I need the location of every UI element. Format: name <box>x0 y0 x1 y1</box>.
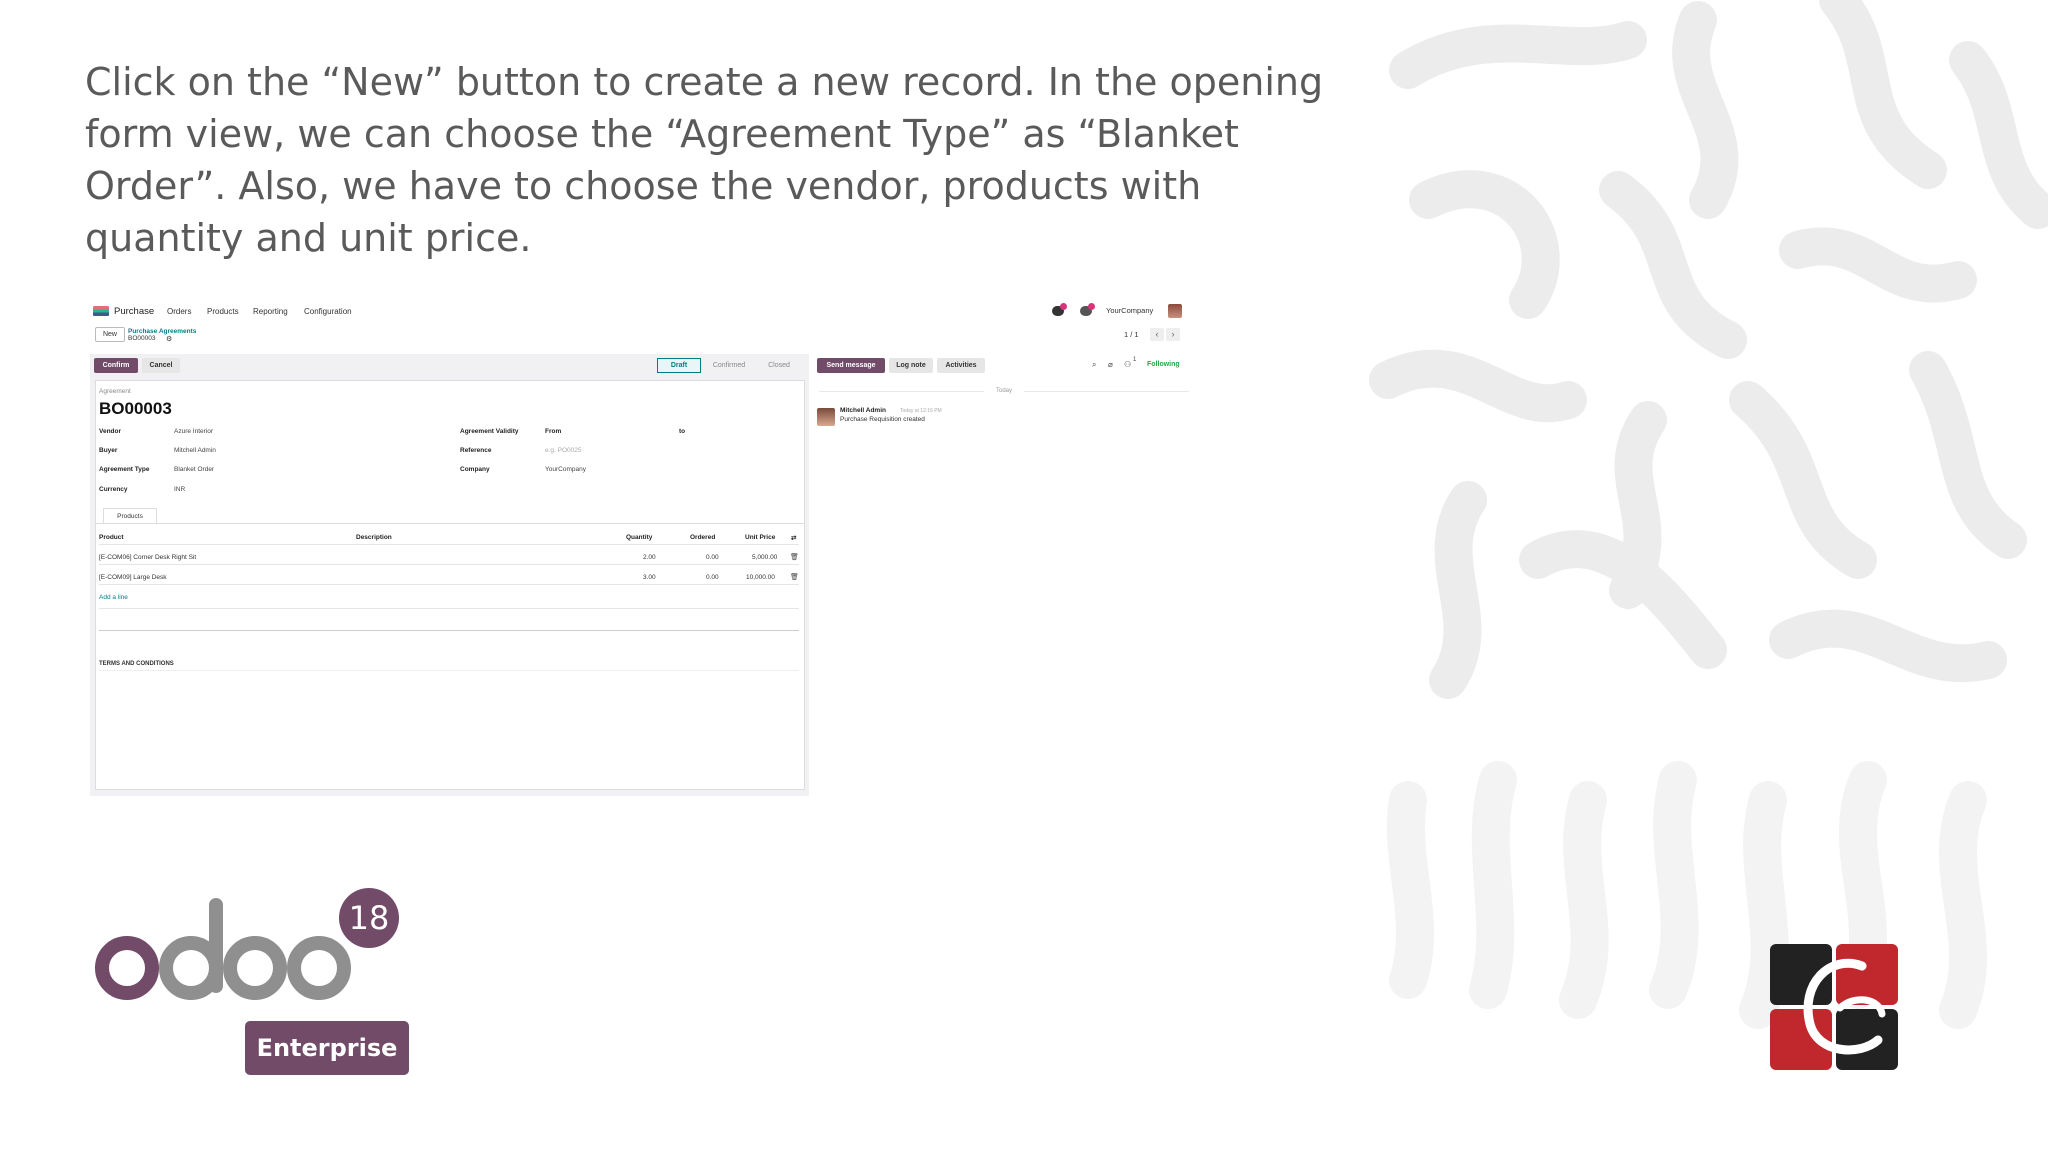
agreement-type-label: Agreement Type <box>99 466 150 473</box>
pager-next-icon[interactable]: › <box>1166 328 1180 341</box>
col-description[interactable]: Description <box>356 534 392 541</box>
discuss-badge <box>1060 303 1067 310</box>
vendor-field[interactable]: Azure Interior <box>174 428 213 435</box>
horizontal-scrollbar[interactable] <box>99 630 799 634</box>
menu-configuration[interactable]: Configuration <box>304 307 352 316</box>
send-message-button[interactable]: Send message <box>817 358 885 373</box>
activities-button[interactable]: Activities <box>937 358 985 373</box>
date-divider-right <box>1024 391 1189 392</box>
menu-reporting[interactable]: Reporting <box>253 307 288 316</box>
new-button[interactable]: New <box>95 327 125 342</box>
confirm-button[interactable]: Confirm <box>94 358 138 373</box>
record-label: Agreement <box>99 388 131 395</box>
breadcrumb-record: BO00003 <box>128 335 156 342</box>
odoo-screenshot: Purchase Orders Products Reporting Confi… <box>90 294 1196 796</box>
record-name[interactable]: BO00003 <box>99 399 172 419</box>
message-body: Purchase Requisition created <box>840 416 925 423</box>
terms-label: TERMS AND CONDITIONS <box>99 661 174 667</box>
currency-field[interactable]: INR <box>174 486 185 493</box>
company-label: Company <box>460 466 490 473</box>
follower-count: 1 <box>1133 357 1137 363</box>
brand-logo <box>1770 944 1898 1070</box>
agreement-type-field[interactable]: Blanket Order <box>174 466 214 473</box>
vendor-label: Vendor <box>99 428 122 435</box>
add-line-link[interactable]: Add a line <box>99 594 128 601</box>
optional-columns-icon[interactable]: ⇄ <box>791 534 796 542</box>
top-navbar: Purchase Orders Products Reporting Confi… <box>90 294 1196 328</box>
col-quantity[interactable]: Quantity <box>626 534 652 541</box>
pager-prev-icon[interactable]: ‹ <box>1150 328 1164 341</box>
validity-from[interactable]: From <box>545 428 561 435</box>
header-divider <box>99 544 799 545</box>
line-product[interactable]: [E-COM06] Corner Desk Right Sit <box>99 554 196 561</box>
activity-badge <box>1088 303 1095 310</box>
log-note-button[interactable]: Log note <box>889 358 933 373</box>
buyer-label: Buyer <box>99 447 118 454</box>
instruction-text: Click on the “New” button to create a ne… <box>85 60 1324 260</box>
app-menu-icon[interactable] <box>93 306 109 316</box>
tab-products[interactable]: Products <box>103 508 157 524</box>
stage-draft[interactable]: Draft <box>657 358 701 373</box>
currency-label: Currency <box>99 486 128 493</box>
message-time: Today at 12:16 PM <box>900 408 942 414</box>
edition-badge: Enterprise <box>245 1021 409 1075</box>
validity-label: Agreement Validity <box>460 428 519 435</box>
table-bottom-divider <box>99 608 799 609</box>
line-unit-price[interactable]: 10,000.00 <box>746 574 775 581</box>
buyer-field[interactable]: Mitchell Admin <box>174 447 216 454</box>
line-product[interactable]: [E-COM09] Large Desk <box>99 574 167 581</box>
line-quantity[interactable]: 2.00 <box>643 554 656 561</box>
col-product[interactable]: Product <box>99 534 124 541</box>
reference-field[interactable]: e.g. PO0025 <box>545 447 582 454</box>
row-divider <box>99 564 799 565</box>
message-avatar[interactable] <box>817 408 835 426</box>
message-author[interactable]: Mitchell Admin <box>840 407 886 414</box>
app-name[interactable]: Purchase <box>114 306 154 317</box>
pager-value[interactable]: 1 / 1 <box>1124 330 1139 339</box>
col-ordered[interactable]: Ordered <box>690 534 715 541</box>
delete-line-icon[interactable]: 🗑 <box>790 553 799 561</box>
line-quantity[interactable]: 3.00 <box>643 574 656 581</box>
validity-to[interactable]: to <box>679 428 685 435</box>
company-field[interactable]: YourCompany <box>545 466 586 473</box>
row-divider <box>99 584 799 585</box>
stage-closed[interactable]: Closed <box>757 358 801 373</box>
terms-field[interactable] <box>99 670 799 671</box>
delete-line-icon[interactable]: 🗑 <box>790 573 799 581</box>
tab-divider <box>95 523 805 524</box>
decorative-pattern <box>1369 0 2048 1029</box>
line-unit-price[interactable]: 5,000.00 <box>752 554 777 561</box>
followers-icon[interactable]: ⚇ <box>1124 360 1131 369</box>
form-sheet <box>95 380 805 790</box>
user-avatar[interactable] <box>1168 304 1182 318</box>
cancel-button[interactable]: Cancel <box>142 358 180 373</box>
search-icon[interactable]: ⌕ <box>1092 360 1096 370</box>
company-switcher[interactable]: YourCompany <box>1106 306 1153 315</box>
line-ordered: 0.00 <box>706 574 719 581</box>
following-button[interactable]: Following <box>1147 361 1180 368</box>
reference-label: Reference <box>460 447 492 454</box>
line-ordered: 0.00 <box>706 554 719 561</box>
gear-icon[interactable]: ⚙ <box>166 335 172 343</box>
menu-products[interactable]: Products <box>207 307 239 316</box>
menu-orders[interactable]: Orders <box>167 307 191 316</box>
breadcrumb-parent[interactable]: Purchase Agreements <box>128 328 196 335</box>
version-badge: 18 <box>339 888 399 948</box>
paperclip-icon[interactable]: ⌀ <box>1108 360 1113 369</box>
col-unit-price[interactable]: Unit Price <box>745 534 775 541</box>
stage-confirmed[interactable]: Confirmed <box>703 358 755 373</box>
